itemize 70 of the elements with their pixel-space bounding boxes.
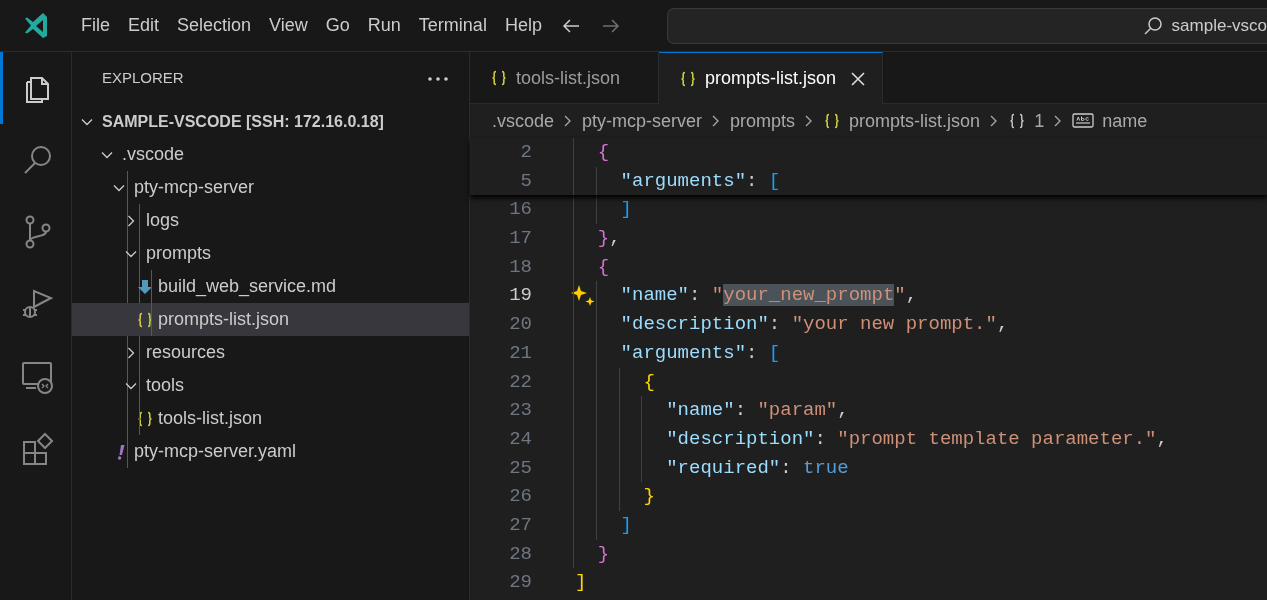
tree-item[interactable]: tools (72, 369, 469, 402)
code-line: { (575, 138, 610, 167)
code-line: ] (575, 570, 587, 596)
line-number: 18 (508, 254, 532, 280)
breadcrumb-item[interactable]: prompts (730, 107, 796, 135)
breadcrumb-item[interactable]: 1 (1008, 107, 1045, 135)
download-arrow-icon (136, 277, 154, 296)
code-line: { (575, 367, 655, 397)
menu-item[interactable]: File (72, 12, 119, 39)
code-line: }, (575, 224, 621, 253)
menu-item[interactable]: Edit (119, 12, 169, 39)
menu-item[interactable]: Terminal (409, 12, 496, 39)
line-number: 28 (508, 541, 532, 567)
tree-item[interactable]: prompts-list.json (72, 303, 469, 336)
tree-item[interactable]: prompts (72, 237, 469, 270)
tree-item[interactable]: build_web_service.md (72, 270, 469, 303)
line-number: 22 (508, 369, 532, 395)
line-number: 27 (508, 512, 532, 538)
app-logo-icon (25, 12, 47, 39)
command-center-search[interactable]: sample-vsco (666, 7, 1267, 44)
tree-item[interactable]: .vscode (72, 138, 469, 171)
menu-item[interactable]: Go (316, 12, 359, 39)
tree-item[interactable]: pty-mcp-server.yaml (72, 435, 469, 468)
code-line: ] (575, 510, 632, 540)
braces-icon (490, 69, 508, 87)
braces-icon (1008, 112, 1027, 130)
editor-tab[interactable]: prompts-list.json (659, 52, 884, 104)
line-number: 29 (508, 570, 532, 596)
line-number: 2 (519, 140, 532, 165)
braces-icon (823, 112, 842, 130)
menu-item[interactable]: Help (495, 12, 551, 39)
code-line: "description": "prompt template parameter.", (575, 424, 1168, 454)
menu-item[interactable]: Run (358, 12, 410, 39)
code-line: ] (575, 195, 632, 225)
breadcrumb-item[interactable]: .vscode (492, 107, 555, 135)
sidebar-title: EXPLORER (102, 68, 184, 89)
code-line: } (575, 482, 655, 511)
code-line: "arguments": [ (575, 166, 781, 196)
line-number: 23 (508, 398, 532, 424)
code-line: "required": true (575, 453, 849, 483)
code-line: } (575, 539, 610, 569)
tree-item[interactable]: resources (72, 336, 469, 369)
breadcrumb-item[interactable]: prompts-list.json (823, 107, 981, 135)
code-line: "arguments": [ (575, 338, 781, 368)
line-number: 19 (508, 283, 532, 309)
string-icon (1072, 112, 1095, 130)
braces-icon (679, 69, 698, 88)
braces-icon (136, 310, 154, 329)
line-number: 17 (508, 226, 532, 252)
workspace-section-header[interactable]: SAMPLE-VSCODE [SSH: 172.16.0.18] (72, 105, 469, 138)
more-icon (427, 76, 449, 83)
code-line: "name": "your_new_prompt", (575, 281, 918, 311)
code-line: "description": "your new prompt.", (575, 310, 1009, 339)
menu-item[interactable]: View (260, 12, 317, 39)
tree-item[interactable]: logs (72, 204, 469, 237)
line-number: 24 (508, 426, 532, 452)
line-number: 20 (508, 312, 532, 338)
breadcrumb-item[interactable]: pty-mcp-server (582, 107, 703, 135)
code-line: "name": "param", (575, 396, 849, 425)
line-number: 21 (508, 340, 532, 366)
line-number: 5 (519, 168, 532, 194)
tree-item[interactable]: pty-mcp-server (72, 171, 469, 204)
breadcrumb-item[interactable]: name (1072, 107, 1148, 135)
line-number: 25 (508, 455, 532, 481)
search-text: sample-vsco (1171, 14, 1267, 37)
line-number: 26 (508, 484, 532, 510)
menu-item[interactable]: Selection (168, 12, 261, 39)
tree-item[interactable]: tools-list.json (72, 402, 469, 435)
code-line: { (575, 252, 610, 282)
line-number: 16 (508, 197, 532, 223)
